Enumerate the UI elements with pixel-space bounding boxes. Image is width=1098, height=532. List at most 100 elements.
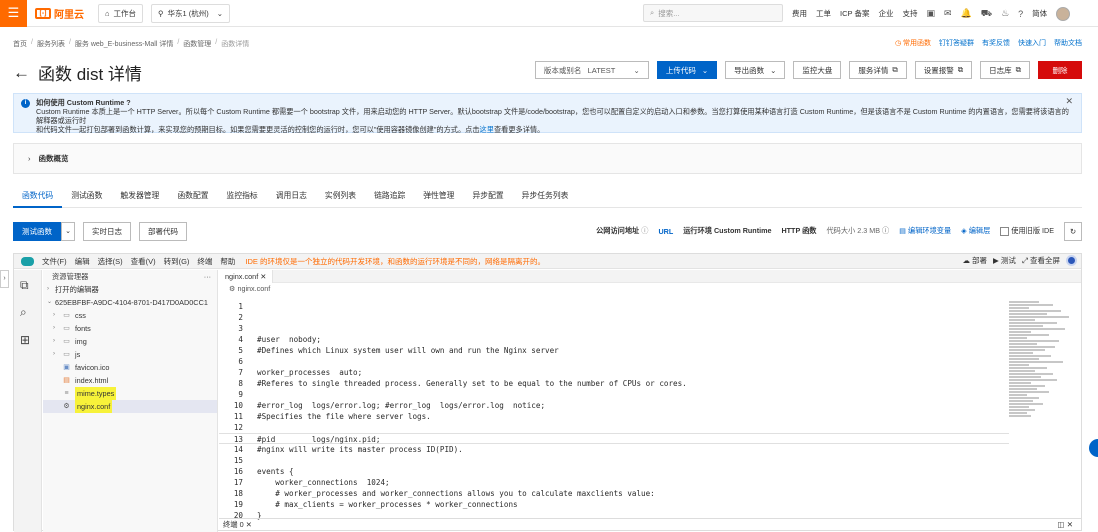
function-overview-collapse[interactable]: › 函数概览 [13, 143, 1082, 174]
chevron-down-icon[interactable]: ⌄ [61, 221, 75, 241]
export-function-button[interactable]: 导出函数 ⌄ [725, 61, 786, 79]
upload-code-button[interactable]: 上传代码 ⌄ [656, 61, 718, 79]
code-line[interactable]: 10 #error_log logs/error.log; #error_log … [219, 400, 1009, 411]
ide-deploy-button[interactable]: ☁ 部署 [962, 255, 987, 266]
old-ide-checkbox[interactable]: 使用旧版 IDE [1000, 226, 1054, 236]
folder-fonts[interactable]: › ▭ fonts [43, 322, 217, 335]
refresh-button[interactable]: ↻ [1064, 221, 1082, 241]
workbench-button[interactable]: ⌂ 工作台 [98, 3, 144, 23]
side-expand-handle[interactable]: › [0, 270, 9, 288]
test-function-button[interactable]: 测试函数 [13, 221, 61, 241]
code-line[interactable]: 4 #user nobody; [219, 334, 1009, 345]
bell-icon[interactable]: 🔔 [961, 8, 972, 19]
feedback-link[interactable]: 有奖反馈 [982, 38, 1010, 48]
code-line[interactable]: 3 [219, 323, 1009, 334]
ide-test-button[interactable]: ▶ 测试 [993, 255, 1016, 266]
breadcrumb-home[interactable]: 首页 [13, 39, 27, 49]
file-favicon[interactable]: ▣ favicon.ico [43, 361, 217, 374]
dingtalk-group-link[interactable]: 钉钉答疑群 [939, 38, 974, 48]
search-input[interactable]: ⌕ 搜索... [643, 4, 783, 22]
breadcrumb-service-detail[interactable]: 服务 web_E-business-Mall 详情 [75, 39, 173, 49]
menu-selection[interactable]: 选择(S) [98, 256, 123, 267]
folder-img[interactable]: › ▭ img [43, 335, 217, 348]
nav-billing[interactable]: 费用 [792, 8, 807, 19]
nav-enterprise[interactable]: 企业 [878, 8, 893, 19]
code-line[interactable]: 17 worker_connections 1024; [219, 477, 1009, 488]
code-line[interactable]: 9 [219, 389, 1009, 400]
delete-button[interactable]: 删除 [1038, 61, 1082, 79]
edit-env-vars-link[interactable]: ▤ 编辑环境变量 [899, 226, 951, 236]
extensions-icon[interactable]: ⊞ [20, 333, 30, 347]
aliyun-logo[interactable]: [-] 阿里云 [35, 6, 84, 21]
file-index-html[interactable]: ▤ index.html [43, 374, 217, 387]
code-area[interactable]: 1 2 3 4 #user nobody; 5 #Defines which Linux s… [219, 301, 1009, 521]
code-line[interactable]: 8 #Referes to single threaded process. Ge… [219, 378, 1009, 389]
menu-file[interactable]: 文件(F) [42, 256, 67, 267]
mail-icon[interactable]: ✉ [944, 8, 952, 19]
language-switch[interactable]: 简体 [1032, 8, 1047, 19]
code-line[interactable]: 7 worker_processes auto; [219, 367, 1009, 378]
code-line[interactable]: 2 [219, 312, 1009, 323]
code-line[interactable]: 11 #Specifies the file where server logs. [219, 411, 1009, 422]
tab-invocation-logs[interactable]: 调用日志 [267, 190, 316, 208]
code-line[interactable]: 1 [219, 301, 1009, 312]
help-icon[interactable]: ⓘ [882, 226, 889, 235]
cart-icon[interactable]: ⛟ [981, 8, 992, 20]
close-icon[interactable]: ✕ [246, 520, 252, 529]
notice-here-link[interactable]: 这里 [480, 125, 494, 134]
code-line[interactable]: 16 events { [219, 466, 1009, 477]
common-functions-link[interactable]: ◷ 常用函数 [895, 38, 931, 48]
editor-tab-nginx-conf[interactable]: nginx.conf ✕ [219, 269, 274, 283]
realtime-log-button[interactable]: 实时日志 [83, 221, 131, 241]
help-docs-link[interactable]: 帮助文档 [1054, 38, 1082, 48]
tab-function-config[interactable]: 函数配置 [168, 190, 217, 208]
account-circle-icon[interactable] [1066, 255, 1077, 266]
help-icon[interactable]: ? [1018, 9, 1023, 19]
workspace-root[interactable]: ⌄ 625EBFBF-A9DC-4104-8701-D417D0AD0CC1 [43, 296, 217, 309]
tab-function-code[interactable]: 函数代码 [13, 190, 63, 208]
log-store-button[interactable]: 日志库 ⧉ [980, 61, 1030, 79]
menu-goto[interactable]: 转到(G) [164, 256, 190, 267]
set-alarm-button[interactable]: 设置报警 ⧉ [914, 61, 973, 79]
nav-tickets[interactable]: 工单 [816, 8, 831, 19]
file-mime-types[interactable]: ≡ mime.types [43, 387, 217, 400]
explorer-icon[interactable]: ⧉ [20, 278, 29, 293]
split-icon[interactable]: ◫ [1058, 520, 1065, 529]
code-line[interactable]: 12 [219, 422, 1009, 433]
avatar[interactable] [1056, 6, 1071, 21]
minimap[interactable] [1009, 301, 1069, 481]
terminal-tab[interactable]: 终端 0 ✕ [223, 520, 252, 529]
help-icon[interactable]: ⓘ [641, 226, 648, 235]
nav-support[interactable]: 支持 [902, 8, 917, 19]
file-nginx-conf[interactable]: ⚙ nginx.conf [43, 400, 217, 413]
breadcrumb-function-management[interactable]: 函数管理 [183, 39, 211, 49]
tab-tracing[interactable]: 链路追踪 [365, 190, 414, 208]
tab-monitoring[interactable]: 监控指标 [218, 190, 267, 208]
tab-async-config[interactable]: 异步配置 [463, 190, 512, 208]
ide-fullscreen-button[interactable]: ⤢ 查看全屏 [1022, 255, 1060, 266]
code-line[interactable]: 14 #nginx will write its master process I… [219, 444, 1009, 455]
code-line[interactable]: 13 #pid logs/nginx.pid; [219, 433, 1009, 444]
search-icon[interactable]: ⌕ [20, 305, 27, 320]
nav-icp[interactable]: ICP 备案 [840, 8, 869, 19]
tab-trigger-management[interactable]: 触发器管理 [111, 190, 168, 208]
quickstart-link[interactable]: 快速入门 [1018, 38, 1046, 48]
floating-assistant-button[interactable] [1089, 439, 1098, 457]
service-detail-button[interactable]: 服务详情 ⧉ [849, 61, 907, 79]
edit-layer-link[interactable]: ◈ 编辑层 [961, 226, 990, 236]
close-icon[interactable]: ✕ [1065, 97, 1073, 106]
monitor-dashboard-button[interactable]: 监控大盘 [793, 61, 842, 79]
menu-edit[interactable]: 编辑 [75, 256, 90, 267]
more-icon[interactable]: ··· [204, 270, 211, 283]
close-icon[interactable]: ✕ [260, 272, 266, 281]
deploy-code-button[interactable]: 部署代码 [139, 221, 187, 241]
tab-async-tasks[interactable]: 异步任务列表 [513, 190, 578, 208]
tab-test-function[interactable]: 测试函数 [62, 190, 111, 208]
tab-instances[interactable]: 实例列表 [316, 190, 365, 208]
terminal-icon[interactable]: ▣ [926, 8, 935, 19]
code-line[interactable]: 6 [219, 356, 1009, 367]
menu-terminal[interactable]: 终端 [197, 256, 212, 267]
back-arrow-icon[interactable]: ← [13, 63, 30, 83]
region-selector[interactable]: ⚲ 华东1 (杭州) ⌄ [151, 3, 231, 23]
open-editors-section[interactable]: › 打开的编辑器 [43, 283, 217, 296]
